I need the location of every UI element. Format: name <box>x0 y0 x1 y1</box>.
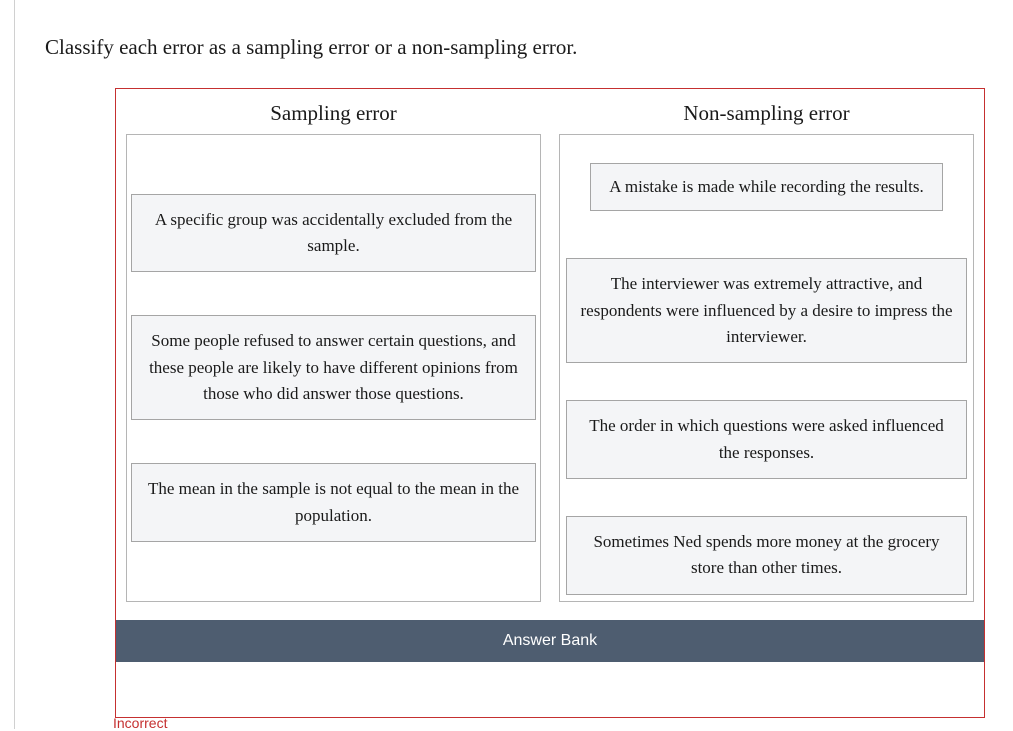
answer-card[interactable]: The interviewer was extremely attractive… <box>566 258 967 363</box>
nonsampling-drop-zone[interactable]: A mistake is made while recording the re… <box>559 134 974 602</box>
classification-box: Sampling error A specific group was acci… <box>115 88 985 718</box>
answer-card[interactable]: Sometimes Ned spends more money at the g… <box>566 516 967 595</box>
sampling-drop-zone[interactable]: A specific group was accidentally exclud… <box>126 134 541 602</box>
answer-bank-header[interactable]: Answer Bank <box>116 620 984 662</box>
nonsampling-column: Non-sampling error A mistake is made whi… <box>559 97 974 602</box>
left-border-divider <box>14 0 15 729</box>
answer-bank-body[interactable] <box>116 662 984 717</box>
answer-card[interactable]: A specific group was accidentally exclud… <box>131 194 536 273</box>
answer-card[interactable]: A mistake is made while recording the re… <box>590 163 942 211</box>
sampling-header: Sampling error <box>126 97 541 134</box>
question-prompt: Classify each error as a sampling error … <box>45 35 577 60</box>
answer-card[interactable]: Some people refused to answer certain qu… <box>131 315 536 420</box>
sampling-column: Sampling error A specific group was acci… <box>126 97 541 602</box>
columns-wrapper: Sampling error A specific group was acci… <box>116 89 984 620</box>
nonsampling-header: Non-sampling error <box>559 97 974 134</box>
answer-card[interactable]: The mean in the sample is not equal to t… <box>131 463 536 542</box>
answer-card[interactable]: The order in which questions were asked … <box>566 400 967 479</box>
